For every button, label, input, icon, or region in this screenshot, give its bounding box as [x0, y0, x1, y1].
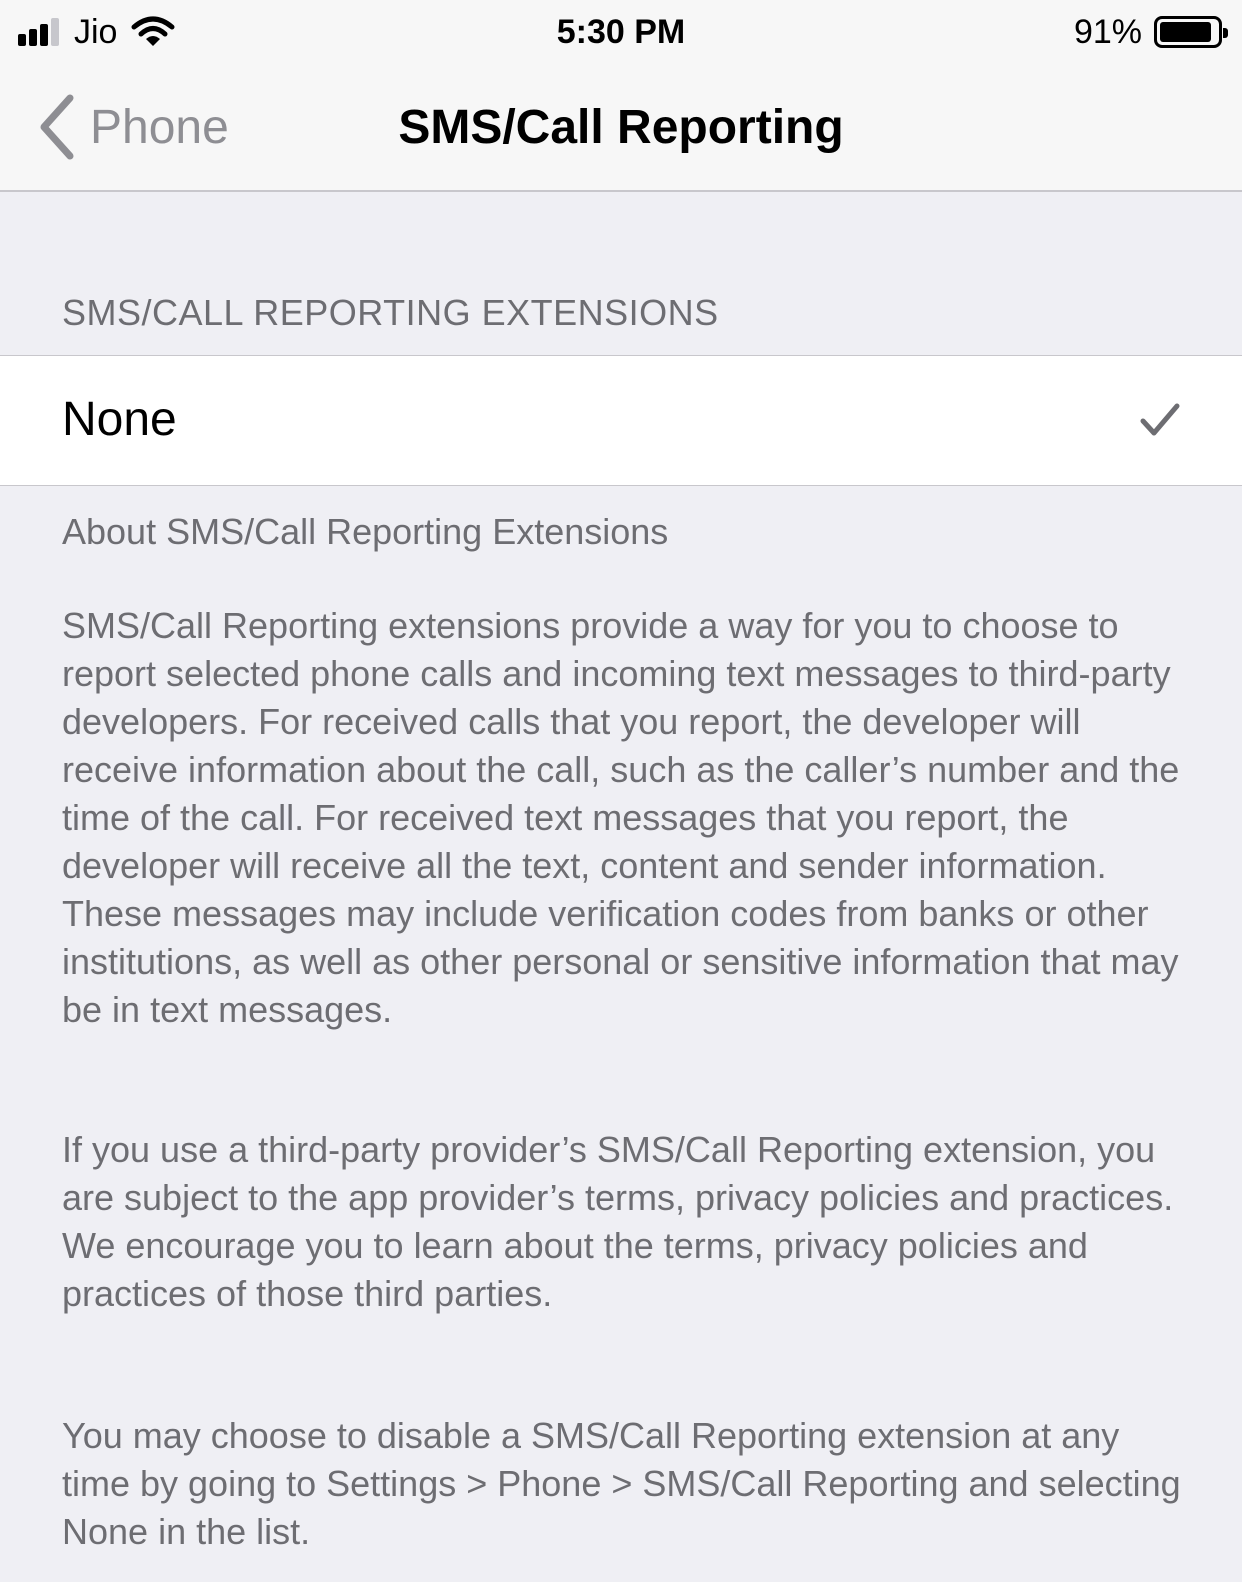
battery-tip [1223, 28, 1228, 38]
status-time: 5:30 PM [556, 13, 686, 51]
footer-paragraph-1: SMS/Call Reporting extensions provide a … [62, 605, 1180, 1030]
about-heading: About SMS/Call Reporting Extensions [62, 511, 669, 552]
footer-paragraph-2: If you use a third-party provider’s SMS/… [62, 1129, 1174, 1314]
checkmark-icon [1140, 403, 1180, 436]
status-right: 91% [1073, 12, 1228, 52]
battery-fill [1160, 22, 1211, 42]
option-none[interactable]: None [0, 355, 1242, 486]
status-bar: Jio 5:30 PM 91% [0, 0, 1242, 64]
page-title: SMS/Call Reporting [398, 101, 844, 154]
battery-icon [1154, 16, 1228, 48]
footer-paragraph-3: You may choose to disable a SMS/Call Rep… [62, 1415, 1181, 1552]
navigation-bar: Phone SMS/Call Reporting [0, 64, 1242, 192]
option-label: None [62, 393, 177, 446]
section-header: SMS/CALL REPORTING EXTENSIONS [62, 292, 719, 333]
battery-percentage: 91% [1073, 12, 1142, 51]
